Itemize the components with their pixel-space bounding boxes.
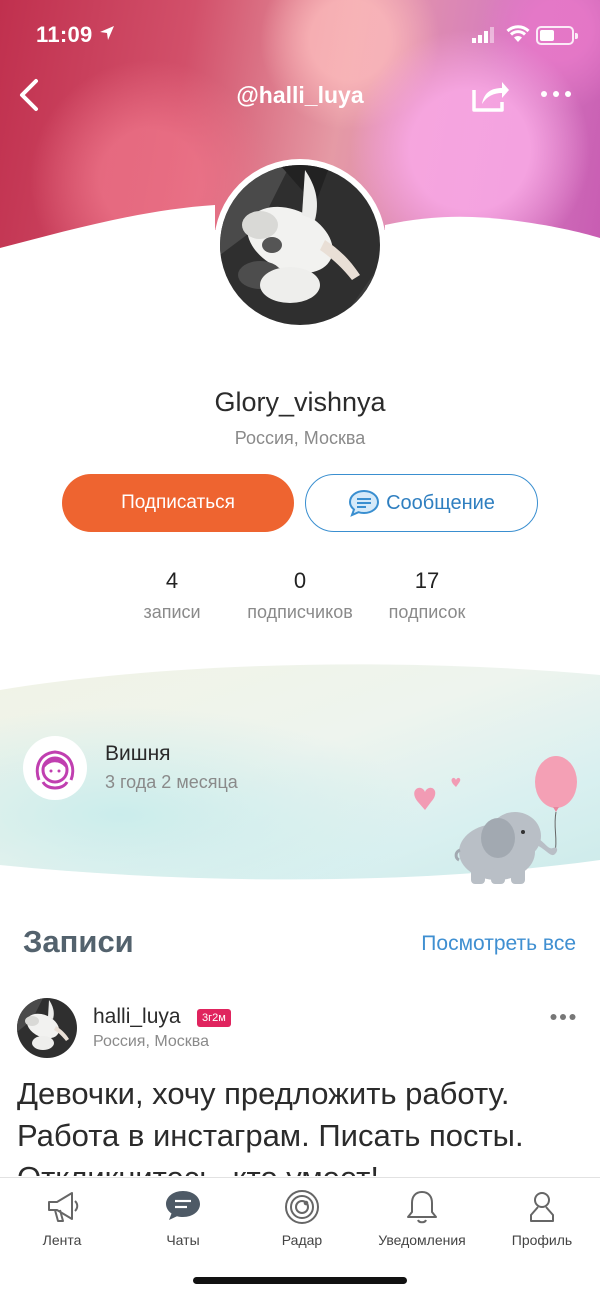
radar-icon — [285, 1190, 319, 1224]
profile-username: Glory_vishnya — [214, 387, 386, 417]
post-text[interactable]: Девочки, хочу предложить работу. Работа … — [17, 1073, 587, 1176]
tab-profile-label: Профиль — [511, 1232, 573, 1248]
tab-notifications-label: Уведомления — [378, 1232, 466, 1248]
elephant-balloon-illustration — [414, 756, 577, 884]
child-avatar[interactable] — [23, 736, 87, 800]
tab-radar[interactable]: Радар — [247, 1188, 357, 1248]
chevron-left-icon[interactable] — [14, 77, 46, 113]
battery-icon — [536, 26, 578, 45]
post-age-badge: 3г2м — [197, 1009, 231, 1027]
child-age: 3 года 2 месяца — [105, 772, 238, 792]
see-all-link[interactable]: Посмотреть все — [421, 932, 576, 956]
chat-bubble-icon — [166, 1191, 200, 1220]
stat-followers[interactable]: 0 подписчиков — [230, 568, 370, 623]
status-time: 11:09 — [36, 22, 93, 47]
tab-notifications[interactable]: Уведомления — [367, 1188, 477, 1248]
tab-radar-label: Радар — [281, 1232, 323, 1248]
tab-feed-label: Лента — [42, 1232, 82, 1248]
bell-icon — [407, 1191, 437, 1224]
profile-icon — [530, 1192, 554, 1222]
stat-posts-value: 4 — [165, 568, 179, 593]
post-location: Россия, Москва — [93, 1033, 209, 1050]
post-author-name[interactable]: halli_luya — [93, 1005, 181, 1029]
cat-photo — [17, 998, 77, 1058]
share-icon[interactable] — [470, 78, 510, 114]
post-more-dots-icon[interactable] — [550, 1012, 576, 1022]
posts-section-title: Записи — [23, 924, 134, 959]
megaphone-icon — [48, 1192, 79, 1222]
subscribe-button-label: Подписаться — [121, 492, 235, 513]
stat-posts[interactable]: 4 записи — [122, 568, 222, 623]
wifi-icon — [506, 25, 530, 42]
more-dots-icon[interactable] — [540, 86, 572, 102]
message-button-label: Сообщение — [386, 491, 495, 514]
stat-posts-label: записи — [143, 602, 201, 622]
chat-bubble-icon — [349, 489, 380, 517]
cell-signal-icon — [472, 27, 494, 43]
tab-feed[interactable]: Лента — [7, 1188, 117, 1248]
location-arrow-icon — [100, 26, 114, 40]
child-name: Вишня — [105, 742, 171, 765]
avatar[interactable] — [220, 165, 380, 325]
stat-following[interactable]: 17 подписок — [372, 568, 482, 623]
cat-photo — [220, 165, 380, 325]
message-button[interactable]: Сообщение — [305, 474, 538, 532]
stat-following-label: подписок — [388, 602, 466, 622]
status-bar: 11:09 — [0, 0, 600, 70]
girl-face-icon — [35, 750, 75, 790]
nav-title: @halli_luya — [236, 82, 364, 108]
subscribe-button[interactable]: Подписаться — [62, 474, 294, 532]
post-author-avatar[interactable] — [17, 998, 77, 1058]
tab-chats-label: Чаты — [166, 1232, 200, 1248]
stat-followers-label: подписчиков — [247, 602, 353, 622]
tab-chats[interactable]: Чаты — [128, 1188, 238, 1248]
profile-location: Россия, Москва — [234, 428, 366, 448]
stat-following-value: 17 — [414, 568, 440, 593]
tab-profile[interactable]: Профиль — [487, 1188, 597, 1248]
home-indicator — [193, 1277, 407, 1284]
stat-followers-value: 0 — [293, 568, 307, 593]
